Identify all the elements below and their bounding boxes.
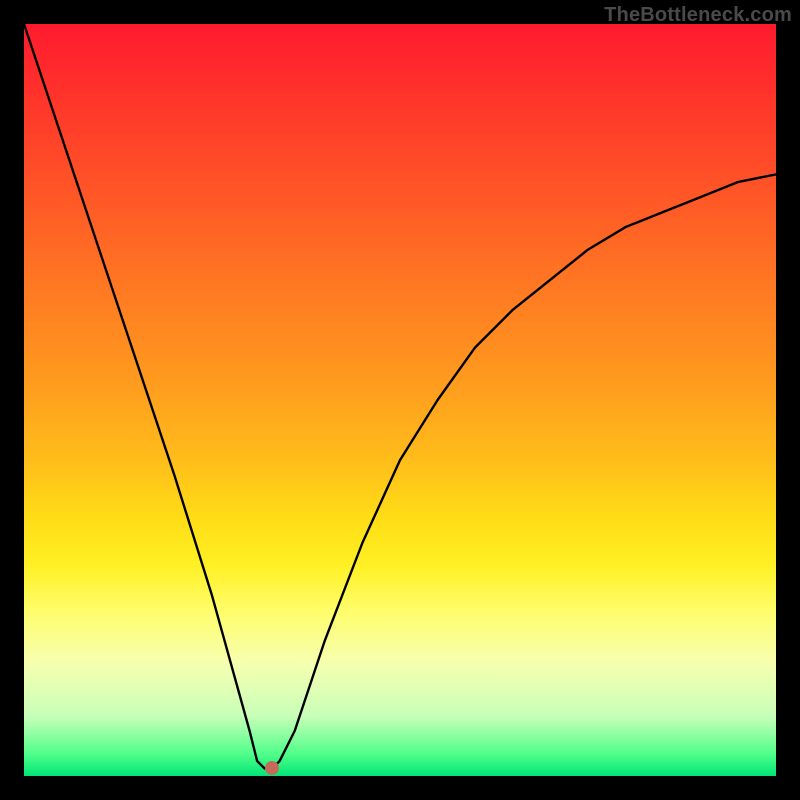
plot-area [24, 24, 776, 776]
min-marker-dot [265, 761, 279, 775]
bottleneck-curve [24, 24, 776, 776]
chart-frame: TheBottleneck.com [0, 0, 800, 800]
watermark-text: TheBottleneck.com [604, 4, 792, 27]
